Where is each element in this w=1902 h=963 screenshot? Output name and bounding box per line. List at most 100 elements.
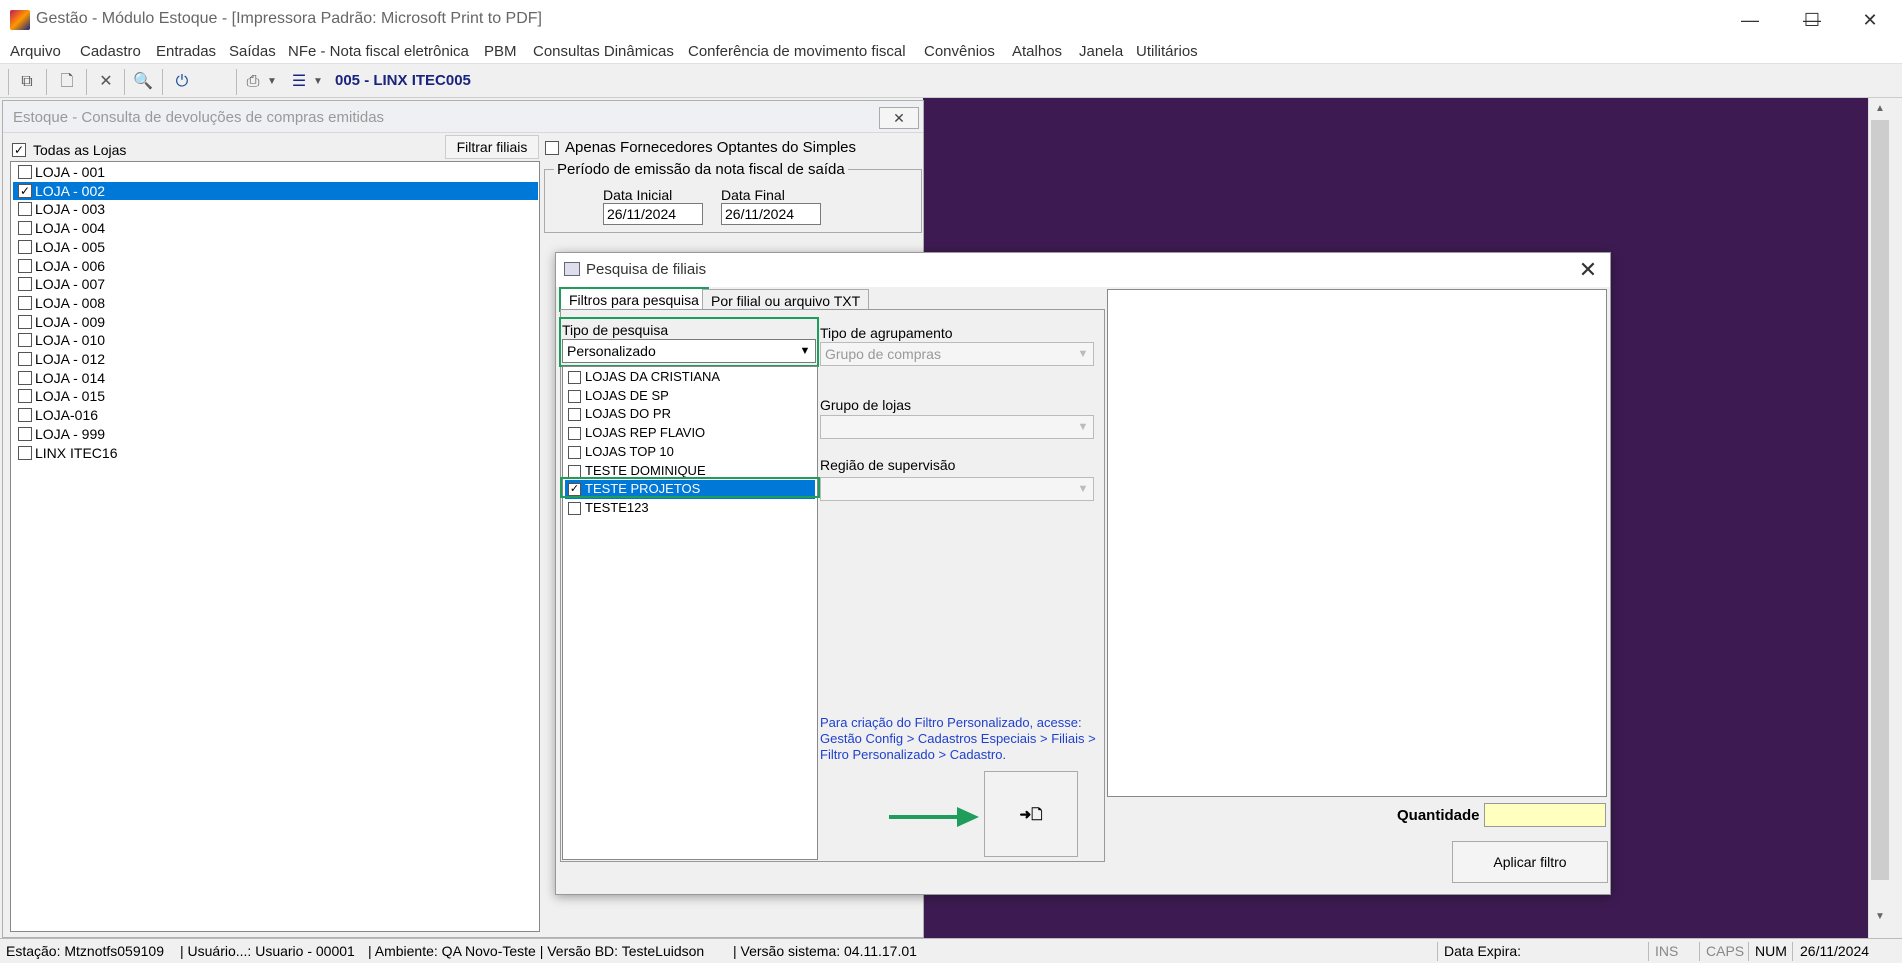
estoque-close-button[interactable]: ✕: [879, 107, 919, 129]
menu-cadastro[interactable]: Cadastro: [80, 43, 141, 60]
menu-saidas[interactable]: Saídas: [229, 43, 276, 60]
company-select-icon[interactable]: ☰: [288, 71, 310, 93]
menu-entradas[interactable]: Entradas: [156, 43, 216, 60]
filtro-checkbox[interactable]: [568, 371, 581, 384]
loja-row[interactable]: LOJA - 012: [13, 350, 538, 369]
filtro-row[interactable]: LOJAS DA CRISTIANA: [565, 368, 815, 387]
loja-checkbox[interactable]: [18, 165, 32, 179]
aplicar-filtro-button[interactable]: Aplicar filtro: [1452, 841, 1608, 883]
scroll-up-icon[interactable]: ▲: [1871, 100, 1889, 118]
scrollbar-thumb[interactable]: [1871, 120, 1889, 880]
filtrar-filiais-button[interactable]: Filtrar filiais: [445, 135, 539, 159]
minimize-window-button[interactable]: —: [1722, 0, 1778, 40]
loja-checkbox[interactable]: [18, 408, 32, 423]
loja-row[interactable]: LOJA - 003: [13, 200, 538, 219]
loja-checkbox[interactable]: [18, 333, 32, 348]
store-list[interactable]: LOJA - 001 ✓ LOJA - 002 LOJA - 003 LOJA - 00…: [10, 161, 540, 932]
data-inicial-input[interactable]: 26/11/2024: [603, 203, 703, 225]
tipo-agrupamento-value: Grupo de compras: [825, 346, 941, 362]
loja-row[interactable]: LOJA - 010: [13, 331, 538, 350]
loja-checkbox[interactable]: [18, 426, 32, 441]
result-list[interactable]: [1107, 289, 1607, 797]
quantidade-field[interactable]: [1484, 803, 1606, 827]
loja-checkbox[interactable]: [18, 295, 32, 310]
window-title: Gestão - Módulo Estoque - [Impressora Pa…: [36, 10, 542, 27]
company-label[interactable]: 005 - LINX ITEC005: [335, 72, 471, 89]
menu-janela[interactable]: Janela: [1079, 43, 1123, 60]
print-dropdown-icon[interactable]: ▼: [265, 71, 279, 93]
toolbar-separator: [86, 69, 87, 95]
loja-row[interactable]: LOJA - 001: [13, 163, 538, 182]
scroll-down-icon[interactable]: ▼: [1871, 908, 1889, 926]
tipo-pesquisa-select[interactable]: Personalizado ▼: [562, 339, 816, 363]
new-document-icon[interactable]: 🗋: [56, 71, 78, 93]
loja-row[interactable]: LINX ITEC16: [13, 444, 538, 463]
menu-conferencia[interactable]: Conferência de movimento fiscal: [688, 43, 906, 60]
loja-label: LOJA - 004: [35, 220, 106, 237]
loja-row[interactable]: LOJA-016: [13, 406, 538, 425]
loja-row[interactable]: LOJA - 008: [13, 294, 538, 313]
window-icon: [564, 262, 580, 276]
loja-checkbox[interactable]: [18, 314, 32, 329]
dialog-close-button[interactable]: ✕: [1572, 257, 1604, 283]
menu-consultas-dinamicas[interactable]: Consultas Dinâmicas: [533, 43, 674, 60]
loja-row[interactable]: LOJA - 015: [13, 387, 538, 406]
power-icon[interactable]: ⏻: [171, 71, 193, 93]
loja-checkbox[interactable]: ✓: [18, 183, 32, 198]
chevron-down-icon[interactable]: ▼: [795, 340, 815, 362]
menu-utilitarios[interactable]: Utilitários: [1136, 43, 1198, 60]
grupo-lojas-label: Grupo de lojas: [820, 397, 912, 413]
filtro-checkbox[interactable]: [568, 389, 581, 403]
loja-row[interactable]: LOJA - 009: [13, 313, 538, 332]
filtro-row[interactable]: TESTE123: [565, 499, 815, 518]
loja-row[interactable]: LOJA - 005: [13, 238, 538, 257]
delete-icon[interactable]: ✕: [95, 71, 117, 93]
loja-row[interactable]: ✓ LOJA - 002: [13, 181, 538, 201]
filtro-checkbox[interactable]: [568, 445, 581, 459]
info-text: Para criação do Filtro Personalizado, ac…: [820, 715, 1096, 762]
menu-nfe[interactable]: NFe - Nota fiscal eletrônica: [288, 43, 469, 60]
maximize-window-button[interactable]: ☐: [1784, 0, 1840, 40]
loja-checkbox[interactable]: [18, 202, 32, 217]
filtro-label: LOJAS TOP 10: [585, 443, 674, 459]
loja-checkbox[interactable]: [18, 445, 32, 460]
loja-checkbox[interactable]: [18, 221, 32, 236]
company-dropdown-icon[interactable]: ▼: [311, 71, 325, 93]
loja-row[interactable]: LOJA - 007: [13, 275, 538, 294]
transfer-button[interactable]: ➜🗋: [984, 771, 1078, 857]
filtro-row[interactable]: LOJAS DO PR: [565, 405, 815, 424]
filtro-checkbox[interactable]: [568, 501, 581, 515]
filtro-row[interactable]: LOJAS REP FLAVIO: [565, 424, 815, 443]
filtro-checkbox[interactable]: [568, 464, 581, 478]
loja-checkbox[interactable]: [18, 352, 32, 366]
copy-icon[interactable]: ⧉: [16, 71, 38, 93]
search-icon[interactable]: 🔍: [132, 71, 154, 93]
menu-atalhos[interactable]: Atalhos: [1012, 43, 1062, 60]
menu-bar: Arquivo Cadastro Entradas Saídas NFe - N…: [0, 40, 1902, 64]
filtros-list[interactable]: LOJAS DA CRISTIANA LOJAS DE SP LOJAS DO PR…: [562, 366, 818, 860]
menu-arquivo[interactable]: Arquivo: [10, 43, 61, 60]
todas-lojas-checkbox[interactable]: ✓: [12, 143, 26, 157]
app-logo-icon: [10, 10, 30, 30]
filtro-row[interactable]: LOJAS DE SP: [565, 387, 815, 406]
loja-row[interactable]: LOJA - 004: [13, 219, 538, 238]
close-window-button[interactable]: ✕: [1842, 0, 1898, 40]
filtro-row[interactable]: LOJAS TOP 10: [565, 443, 815, 462]
print-icon[interactable]: ⎙: [242, 71, 264, 93]
apenas-fornecedores-checkbox[interactable]: [545, 141, 559, 155]
loja-row[interactable]: LOJA - 999: [13, 425, 538, 444]
loja-checkbox[interactable]: [18, 239, 32, 254]
loja-checkbox[interactable]: [18, 370, 32, 385]
regiao-select: ▼: [820, 477, 1094, 501]
loja-checkbox[interactable]: [18, 277, 32, 292]
menu-convenios[interactable]: Convênios: [924, 43, 995, 60]
filtro-checkbox[interactable]: [568, 427, 581, 441]
menu-pbm[interactable]: PBM: [484, 43, 517, 60]
title-bar: Gestão - Módulo Estoque - [Impressora Pa…: [0, 0, 1902, 40]
loja-checkbox[interactable]: [18, 258, 32, 273]
loja-checkbox[interactable]: [18, 389, 32, 404]
loja-row[interactable]: LOJA - 014: [13, 369, 538, 388]
data-final-input[interactable]: 26/11/2024: [721, 203, 821, 225]
loja-row[interactable]: LOJA - 006: [13, 257, 538, 276]
filtro-checkbox[interactable]: [568, 408, 581, 422]
